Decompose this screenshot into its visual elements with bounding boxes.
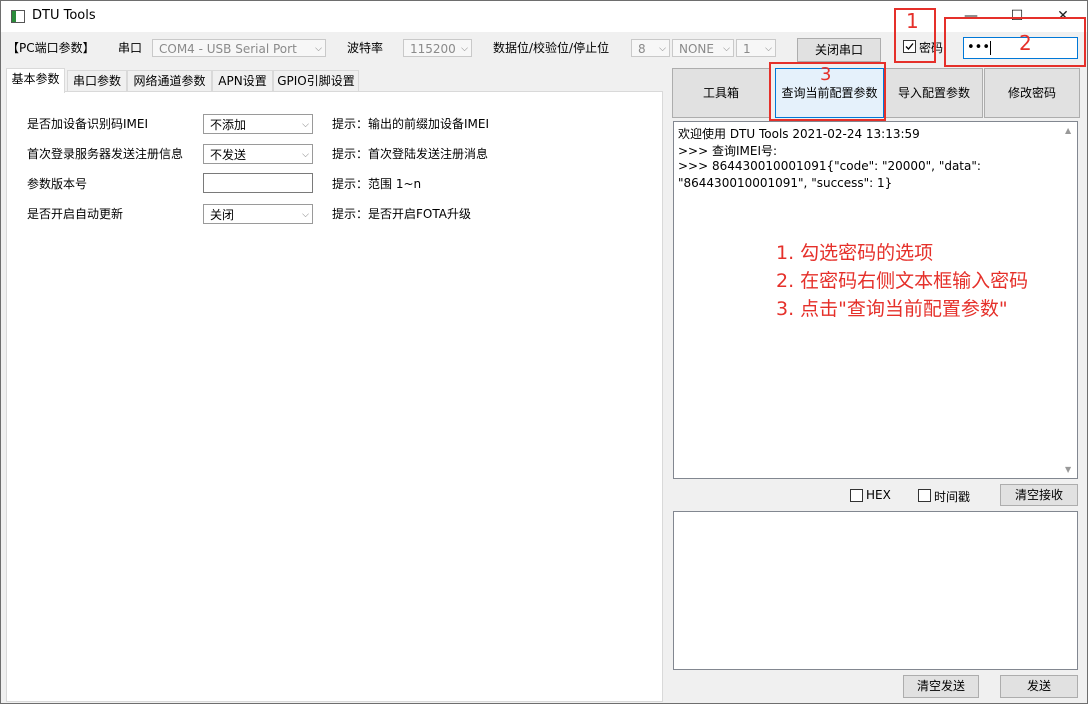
frame-format-label: 数据位/校验位/停止位 bbox=[493, 41, 610, 55]
register-message-select[interactable]: 不发送 ⌵ bbox=[203, 144, 313, 164]
scroll-up-icon[interactable]: ▲ bbox=[1065, 126, 1071, 135]
chevron-down-icon: ⌵ bbox=[315, 44, 322, 54]
hex-checkbox[interactable] bbox=[850, 489, 863, 502]
imei-prefix-label: 是否加设备识别码IMEI bbox=[27, 117, 149, 131]
annotation-box-2 bbox=[944, 17, 1086, 67]
serial-port-label: 串口 bbox=[118, 41, 143, 55]
auto-update-label: 是否开启自动更新 bbox=[27, 207, 124, 221]
auto-update-select[interactable]: 关闭 ⌵ bbox=[203, 204, 313, 224]
timestamp-checkbox[interactable] bbox=[918, 489, 931, 502]
log-scrollbar[interactable]: ▲ ▼ bbox=[1060, 122, 1077, 478]
toolbox-button[interactable]: 工具箱 bbox=[672, 68, 770, 118]
auto-update-value: 关闭 bbox=[210, 208, 235, 222]
annotation-step-1: 1. 勾选密码的选项 bbox=[776, 242, 934, 264]
imei-prefix-value: 不添加 bbox=[210, 118, 247, 132]
log-line: 欢迎使用 DTU Tools 2021-02-24 13:13:59 bbox=[678, 127, 920, 141]
chevron-down-icon: ⌵ bbox=[302, 210, 309, 220]
param-version-input[interactable] bbox=[203, 173, 313, 193]
parity-select[interactable]: NONE ⌵ bbox=[672, 39, 734, 57]
scroll-down-icon[interactable]: ▼ bbox=[1065, 465, 1071, 474]
parity-value: NONE bbox=[679, 42, 714, 56]
baud-rate-value: 115200 bbox=[410, 42, 456, 56]
chevron-down-icon: ⌵ bbox=[302, 150, 309, 160]
tab-basic-params[interactable]: 基本参数 bbox=[6, 68, 65, 93]
auto-update-hint: 提示：是否开启FOTA升级 bbox=[332, 207, 471, 221]
send-button[interactable]: 发送 bbox=[1000, 675, 1078, 698]
serial-port-select[interactable]: COM4 - USB Serial Port ⌵ bbox=[152, 39, 326, 57]
pc-port-section-label: 【PC端口参数】 bbox=[7, 41, 95, 55]
stop-bits-select[interactable]: 1 ⌵ bbox=[736, 39, 776, 57]
data-bits-select[interactable]: 8 ⌵ bbox=[631, 39, 670, 57]
import-config-button[interactable]: 导入配置参数 bbox=[885, 68, 983, 118]
tab-gpio-settings[interactable]: GPIO引脚设置 bbox=[273, 70, 359, 92]
annotation-marker-2: 2 bbox=[1019, 31, 1032, 55]
serial-port-value: COM4 - USB Serial Port bbox=[159, 42, 297, 56]
tab-serial-params[interactable]: 串口参数 bbox=[67, 70, 127, 92]
chevron-down-icon: ⌵ bbox=[723, 44, 730, 54]
baud-rate-select[interactable]: 115200 ⌵ bbox=[403, 39, 472, 57]
app-icon bbox=[11, 10, 25, 23]
param-version-hint: 提示：范围 1~n bbox=[332, 177, 422, 191]
tab-apn-settings[interactable]: APN设置 bbox=[212, 70, 273, 92]
basic-params-panel: 是否加设备识别码IMEI 不添加 ⌵ 提示：输出的前缀加设备IMEI 首次登录服… bbox=[6, 91, 663, 702]
log-line: >>> 查询IMEI号: bbox=[678, 144, 778, 158]
imei-prefix-select[interactable]: 不添加 ⌵ bbox=[203, 114, 313, 134]
annotation-marker-1: 1 bbox=[906, 9, 919, 33]
chevron-down-icon: ⌵ bbox=[302, 120, 309, 130]
register-message-value: 不发送 bbox=[210, 148, 247, 162]
clear-receive-button[interactable]: 清空接收 bbox=[1000, 484, 1078, 506]
data-bits-value: 8 bbox=[638, 42, 646, 56]
stop-bits-value: 1 bbox=[743, 42, 751, 56]
annotation-step-2: 2. 在密码右侧文本框输入密码 bbox=[776, 270, 1029, 292]
register-message-hint: 提示：首次登陆发送注册消息 bbox=[332, 147, 489, 161]
log-line: "864430010001091", "success": 1} bbox=[678, 176, 893, 190]
annotation-step-3: 3. 点击"查询当前配置参数" bbox=[776, 298, 1008, 320]
window-title: DTU Tools bbox=[32, 8, 96, 23]
log-line: >>> 864430010001091{"code": "20000", "da… bbox=[678, 159, 981, 173]
imei-prefix-hint: 提示：输出的前缀加设备IMEI bbox=[332, 117, 490, 131]
close-port-button[interactable]: 关闭串口 bbox=[797, 38, 881, 62]
chevron-down-icon: ⌵ bbox=[461, 44, 468, 54]
param-version-label: 参数版本号 bbox=[27, 177, 88, 191]
dtu-tools-window: DTU Tools — ☐ ✕ 【PC端口参数】 串口 COM4 - USB S… bbox=[0, 0, 1088, 704]
hex-checkbox-label: HEX bbox=[866, 488, 891, 502]
register-message-label: 首次登录服务器发送注册信息 bbox=[27, 147, 184, 161]
tab-network-channel-params[interactable]: 网络通道参数 bbox=[127, 70, 212, 92]
chevron-down-icon: ⌵ bbox=[765, 44, 772, 54]
clear-send-button[interactable]: 清空发送 bbox=[903, 675, 979, 698]
annotation-marker-3: 3 bbox=[820, 64, 832, 85]
change-password-button[interactable]: 修改密码 bbox=[984, 68, 1080, 118]
send-textarea[interactable] bbox=[673, 511, 1078, 670]
timestamp-checkbox-label: 时间戳 bbox=[934, 490, 971, 504]
baud-rate-label: 波特率 bbox=[347, 41, 384, 55]
chevron-down-icon: ⌵ bbox=[659, 44, 666, 54]
